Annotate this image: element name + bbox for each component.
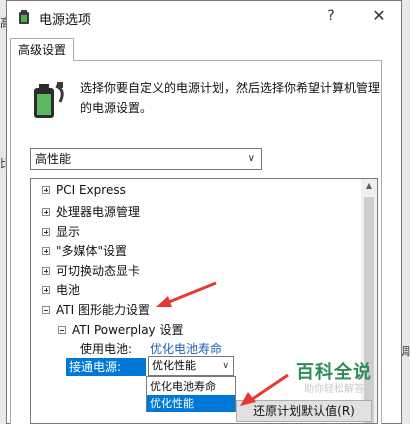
tree-item-label: 可切换动态显卡	[56, 264, 141, 278]
watermark-subtitle: 助你轻松解答	[304, 384, 364, 395]
chevron-down-icon: ∨	[247, 153, 255, 164]
ac-dropdown-list[interactable]: 优化电池寿命 优化性能	[146, 376, 236, 412]
annotation-arrow-icon	[240, 373, 289, 406]
tree-item-label: ATI 图形能力设置	[56, 303, 150, 317]
tree-item-display[interactable]: 显示	[42, 223, 80, 240]
annotation-arrow-icon	[156, 281, 217, 307]
tree-item-label: PCI Express	[56, 183, 126, 197]
tree-item-processor[interactable]: 处理器电源管理	[42, 203, 140, 220]
collapse-icon[interactable]	[58, 326, 66, 334]
tree-item-label: ATI Powerplay 设置	[72, 323, 184, 337]
scroll-up-icon[interactable]: ▲	[361, 181, 377, 195]
expand-icon[interactable]	[42, 267, 50, 275]
chevron-down-icon: ∨	[222, 361, 229, 371]
scroll-thumb[interactable]	[364, 197, 374, 423]
battery-setting-value[interactable]: 优化电池寿命	[150, 340, 222, 357]
ac-setting-value: 优化性能	[152, 359, 196, 372]
help-button[interactable]: ?	[309, 1, 353, 31]
ac-setting-label[interactable]: 接通电源:	[66, 358, 146, 376]
tree-item-pci-express[interactable]: PCI Express	[42, 183, 126, 197]
title-bar[interactable]: 电源选项 ? ✕	[7, 1, 401, 33]
tree-item-battery[interactable]: 电池	[42, 281, 80, 298]
battery-plug-icon	[34, 82, 64, 118]
expand-icon[interactable]	[42, 286, 50, 294]
battery-setting-label: 使用电池:	[80, 342, 133, 356]
expand-icon[interactable]	[42, 208, 50, 216]
ac-setting-select[interactable]: 优化性能 ∨	[148, 356, 234, 376]
tree-item-label: 处理器电源管理	[56, 205, 141, 219]
tree-item-label: 显示	[56, 225, 81, 239]
power-plan-value: 高性能	[35, 152, 72, 166]
power-plan-icon	[19, 10, 29, 24]
tree-item-ati-powerplay[interactable]: ATI Powerplay 设置	[58, 321, 183, 338]
tree-item-ati-graphics[interactable]: ATI 图形能力设置	[42, 301, 150, 318]
tree-item-multimedia[interactable]: "多媒体"设置	[42, 242, 127, 259]
tree-item-label: 电池	[56, 283, 81, 297]
tree-item-label: "多媒体"设置	[56, 244, 128, 258]
expand-icon[interactable]	[42, 228, 50, 236]
description-text: 选择你要自定义的电源计划，然后选择你希望计算机管理的电源设置。	[80, 81, 381, 115]
expand-icon[interactable]	[42, 247, 50, 255]
tab-advanced-settings[interactable]: 高级设置	[10, 38, 75, 61]
collapse-icon[interactable]	[42, 306, 50, 314]
window-title: 电源选项	[39, 13, 92, 28]
close-button[interactable]: ✕	[357, 1, 401, 31]
tree-item-switchable-graphics[interactable]: 可切换动态显卡	[42, 262, 140, 279]
dropdown-option[interactable]: 优化电池寿命	[147, 378, 235, 395]
power-plan-select[interactable]: 高性能 ∨	[30, 148, 262, 170]
dropdown-option-selected[interactable]: 优化性能	[147, 395, 235, 412]
expand-icon[interactable]	[42, 186, 50, 194]
